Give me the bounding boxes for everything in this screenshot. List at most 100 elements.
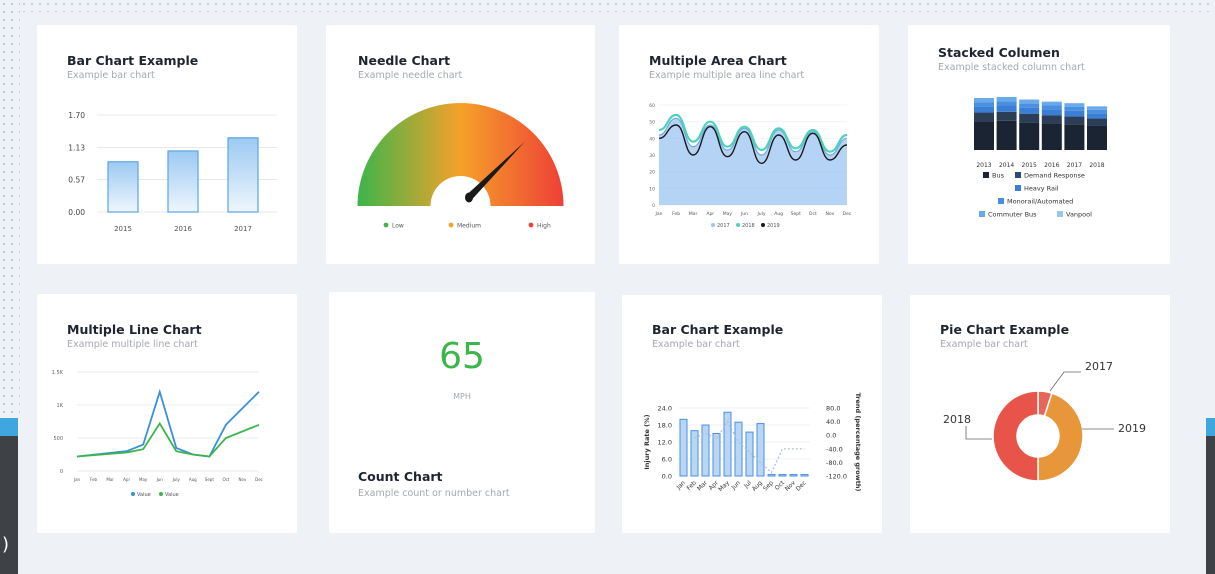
legend-marker [736,223,740,227]
stacked-bar [1019,99,1040,150]
bar-segment [1019,103,1040,108]
bar-segment [1019,107,1040,114]
needle-hub [464,192,473,203]
dot-pattern-top [20,0,1215,12]
y-tick-label: 50 [649,120,655,126]
legend-marker [1015,185,1021,191]
legend-marker [998,198,1004,204]
legend-label: Monorail/Automated [1007,198,1073,206]
bar [767,474,776,477]
bar-segment [1087,109,1107,114]
x-tick-label: Feb [672,211,680,217]
card-count-chart: 65 MPH Count Chart Example count or numb… [329,292,595,533]
bar-segment [1041,101,1062,106]
x-tick-label: Jun [740,211,748,217]
x-tick-label: 2014 [999,162,1014,169]
legend-marker [159,492,163,496]
y-tick-label: 1.5K [52,370,64,376]
legend-marker [979,211,985,217]
x-tick-label: 2018 [1089,162,1104,169]
leader-line [965,426,992,440]
stacked-bar [974,98,994,150]
bar [800,474,809,477]
legend-marker [383,222,389,228]
y-tick-label: 12.0 [658,439,672,447]
x-tick-label: 2017 [234,225,252,233]
x-tick-label: Feb [685,479,698,492]
bar-segment [996,105,1017,112]
bar [701,424,710,477]
count-value: 65 [439,336,485,377]
y-tick-label: 60 [649,103,655,109]
x-tick-label: Apr [706,211,714,217]
x-tick-label: 2016 [174,225,192,233]
legend-label: Bus [992,172,1005,180]
y-tick-label: 10 [649,186,655,192]
bar [227,137,259,213]
legend-marker [1057,211,1063,217]
legend-label: 2019 [767,223,780,229]
y-tick-label: 1.13 [68,144,85,153]
y-tick-label: 0.0 [662,473,672,481]
bar-segment [1041,109,1062,116]
legend-label: Value [165,492,179,498]
x-tick-label: Dec [843,211,852,217]
stacked-bar [996,96,1017,150]
x-tick-label: Jan [675,479,687,491]
y-tick-label: 1.70 [68,111,85,120]
x-tick-label: July [172,477,181,482]
bar-segment [1087,113,1107,119]
area-series [659,118,847,205]
legend-label: Medium [457,223,481,230]
bar [756,423,765,477]
legend-marker [528,222,534,228]
bar-segment [1064,124,1085,150]
bar-segment [1041,115,1062,124]
y-tick-label: 0 [60,469,63,475]
stacked-column-chart: 2013 2014 2015 2016 2017 2018 Bus Demand Respon… [974,96,1107,219]
line-chart: 0 500 1K 1.5K Jan Feb Mar Apr May Jun July Aug Sept O… [52,370,263,498]
legend-marker [761,223,765,227]
y2-tick-label: -120.0 [826,473,847,481]
x-tick-label: 2013 [976,162,991,169]
slice-label: 2019 [1118,422,1146,435]
bar-segment [1019,99,1040,104]
bar-segment [1064,106,1085,111]
slice-label: 2017 [1085,360,1113,373]
y-axis-label: Injury Rate (%) [643,414,651,469]
bar [778,474,787,477]
gauge-chart: Low Medium High [357,103,564,230]
legend-label: Vanpool [1066,211,1092,219]
x-tick-label: Jun [156,477,164,482]
card-stacked-chart: Stacked Columen Example stacked column c… [908,25,1170,264]
stacked-bar [1064,103,1085,150]
x-tick-label: May [723,211,733,217]
card-combo-bar-chart: Bar Chart Example Example bar chart 0.0 6… [622,295,882,533]
bar-segment [996,101,1017,106]
x-tick-label: Jun [730,479,742,491]
legend-label: 2017 [717,223,730,229]
x-tick-label: Aug [189,477,197,482]
x-tick-label: Sep [762,479,775,492]
legend-label: Heavy Rail [1024,185,1059,193]
pie-slice [992,390,1039,482]
bar [789,474,798,477]
y-tick-label: 6.0 [662,456,672,464]
series-line [76,388,260,458]
x-tick-label: Apr [123,477,130,482]
x-tick-label: Jan [655,211,663,217]
bar-segment [974,121,994,150]
y2-tick-label: 80.0 [826,405,840,413]
bar-segment [1064,116,1085,125]
card-needle-chart: Needle Chart Example needle chart Low Med… [326,25,595,264]
leader-line [1049,371,1081,392]
stacked-bar [1087,106,1107,150]
legend-label: High [537,223,551,230]
x-tick-label: Nov [239,477,247,482]
stacked-bar [1041,101,1062,150]
bar-segment [996,111,1017,121]
x-tick-label: Oct [222,477,229,482]
bar [107,161,139,213]
x-tick-label: 2017 [1067,162,1082,169]
y-tick-label: 20 [649,170,655,176]
